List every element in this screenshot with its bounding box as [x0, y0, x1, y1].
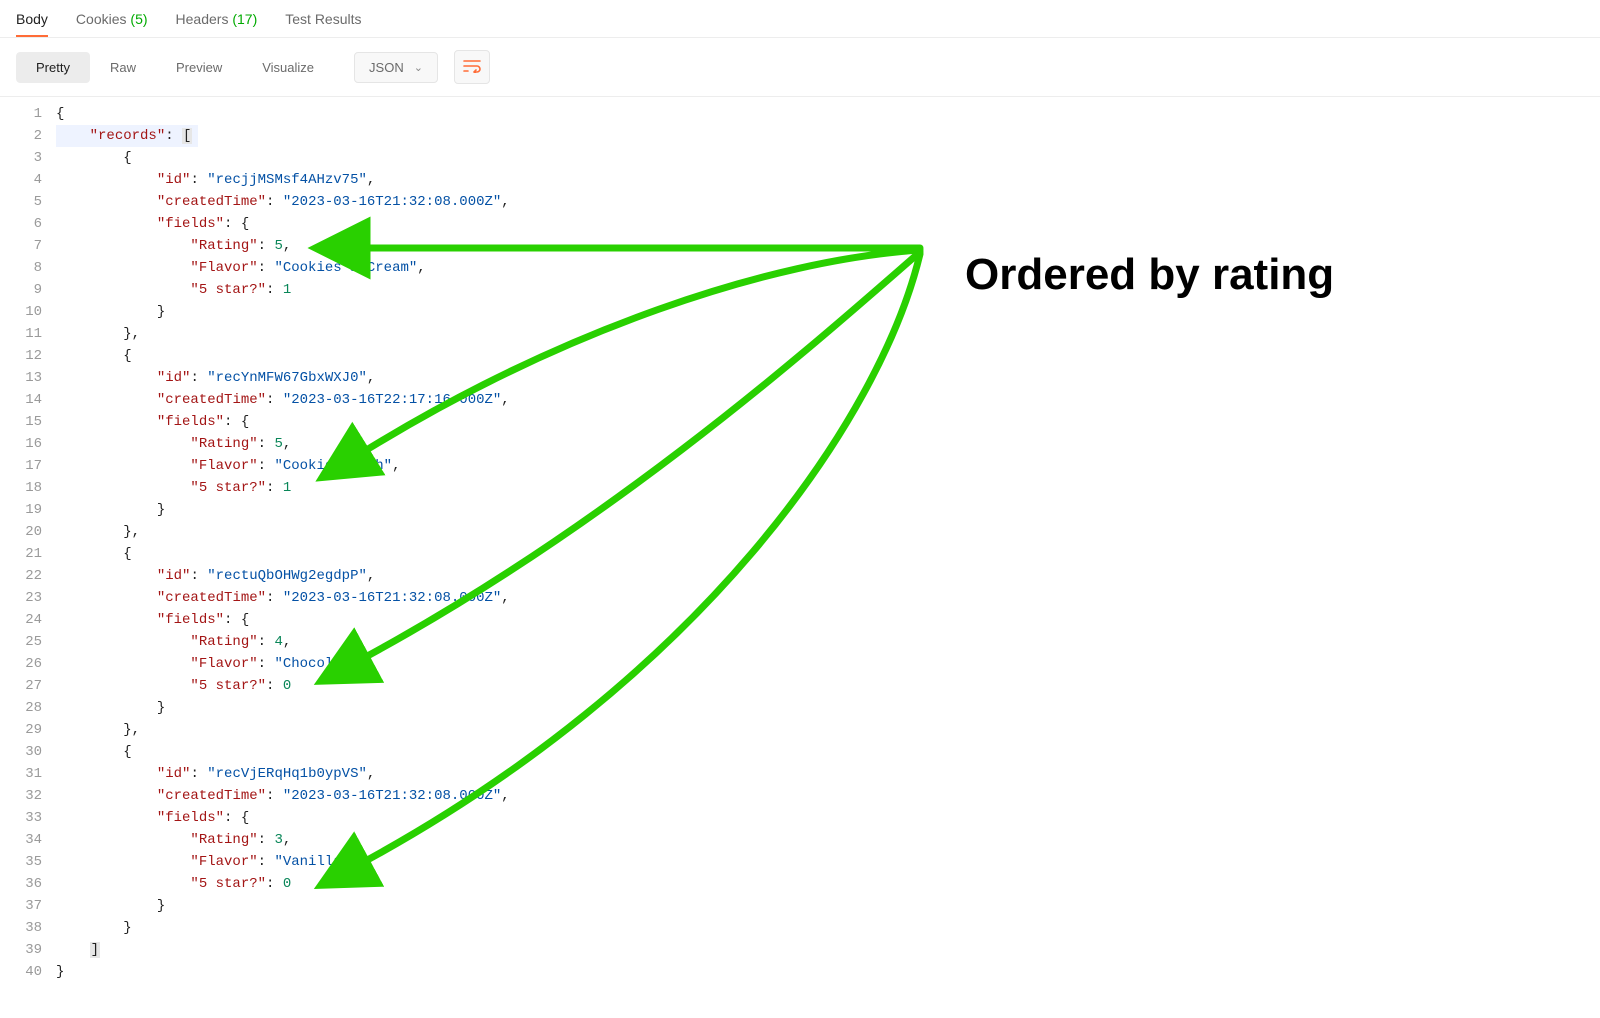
word-wrap-button[interactable] — [454, 50, 490, 84]
line-number-gutter: 1234567891011121314151617181920212223242… — [0, 103, 56, 983]
tab-headers-label: Headers — [176, 11, 229, 27]
format-select-label: JSON — [369, 60, 404, 75]
tab-body[interactable]: Body — [16, 11, 48, 36]
view-pretty-button[interactable]: Pretty — [16, 52, 90, 83]
tab-headers[interactable]: Headers (17) — [176, 11, 258, 36]
view-raw-button[interactable]: Raw — [90, 52, 156, 83]
format-select[interactable]: JSON ⌄ — [354, 52, 438, 83]
view-mode-group: Pretty Raw Preview Visualize — [16, 52, 334, 83]
word-wrap-icon — [463, 59, 481, 76]
body-view-bar: Pretty Raw Preview Visualize JSON ⌄ — [0, 38, 1600, 97]
response-body[interactable]: 1234567891011121314151617181920212223242… — [0, 97, 1600, 983]
json-code[interactable]: { "records": [ { "id": "recjjMSMsf4AHzv7… — [56, 103, 510, 983]
view-preview-button[interactable]: Preview — [156, 52, 242, 83]
view-visualize-button[interactable]: Visualize — [242, 52, 334, 83]
tab-headers-count: (17) — [232, 11, 257, 27]
tab-cookies-count: (5) — [130, 11, 147, 27]
chevron-down-icon: ⌄ — [414, 61, 423, 74]
tab-cookies[interactable]: Cookies (5) — [76, 11, 148, 36]
tab-test-results[interactable]: Test Results — [285, 11, 361, 36]
annotation-text: Ordered by rating — [965, 250, 1334, 300]
response-tabs: Body Cookies (5) Headers (17) Test Resul… — [0, 0, 1600, 38]
tab-cookies-label: Cookies — [76, 11, 127, 27]
